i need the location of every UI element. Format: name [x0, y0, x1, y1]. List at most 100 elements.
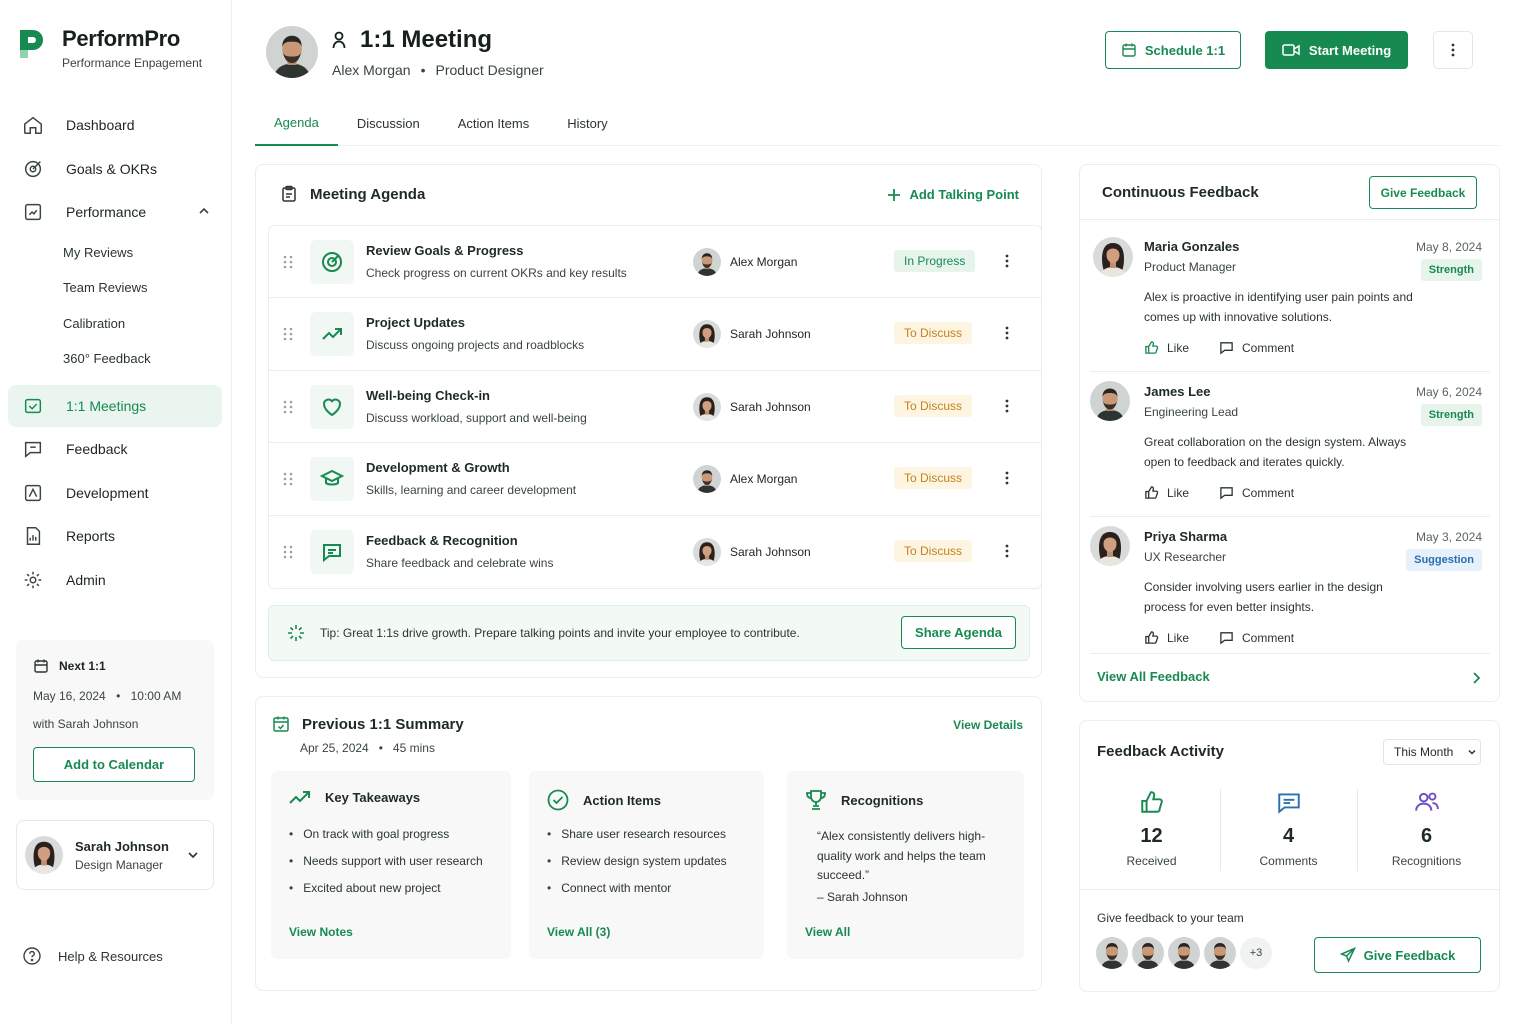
nav-feedback[interactable]: Feedback	[8, 428, 222, 470]
give-feedback-team-button[interactable]: Give Feedback	[1314, 937, 1481, 973]
feedback-author: Priya Sharma	[1144, 529, 1228, 544]
comment-button[interactable]: Comment	[1219, 340, 1294, 355]
owner-name: Alex Morgan	[730, 472, 798, 487]
sparkle-icon	[288, 625, 304, 641]
agenda-item[interactable]: Development & Growth Skills, learning an…	[269, 443, 1041, 516]
nav-goals[interactable]: Goals & OKRs	[8, 148, 222, 190]
thumbs-up-icon	[1145, 341, 1159, 354]
feedback-role: UX Researcher	[1144, 550, 1227, 564]
kebab-icon[interactable]	[1005, 471, 1009, 485]
stat-comments: 4 Comments	[1220, 789, 1357, 869]
nav-label: Goals & OKRs	[66, 160, 158, 177]
list-item: Review design system updates	[547, 854, 726, 881]
avatar[interactable]	[1204, 937, 1236, 969]
chevron-right-icon[interactable]	[1471, 672, 1481, 684]
feedback-tag: Strength	[1420, 404, 1482, 426]
comment-icon	[1220, 632, 1233, 645]
nav-performance[interactable]: Performance	[8, 191, 222, 233]
avatar[interactable]	[1132, 937, 1164, 969]
divider	[1080, 889, 1499, 890]
feedback-activity-panel: Feedback Activity This Month 12 Received…	[1079, 720, 1500, 992]
more-options-button[interactable]	[1433, 31, 1473, 69]
tab-action-items[interactable]: Action Items	[439, 100, 549, 146]
drag-handle-icon[interactable]	[283, 400, 293, 414]
period-value: This Month	[1394, 745, 1454, 759]
help-link[interactable]: Help & Resources	[22, 946, 163, 966]
add-talking-point-button[interactable]: Add Talking Point	[887, 187, 1019, 202]
plus-icon	[888, 188, 901, 201]
nav-dashboard[interactable]: Dashboard	[8, 104, 222, 146]
comment-button[interactable]: Comment	[1219, 630, 1294, 645]
view-all-feedback-link[interactable]: View All Feedback	[1097, 669, 1210, 684]
send-icon	[1339, 947, 1356, 963]
avatar	[693, 320, 721, 348]
chevron-down-icon[interactable]	[187, 849, 199, 861]
comment-button[interactable]: Comment	[1219, 485, 1294, 500]
brand-name: PerformPro	[62, 26, 181, 51]
avatar[interactable]	[1096, 937, 1128, 969]
comment-label: Comment	[1242, 485, 1295, 500]
agenda-item[interactable]: Review Goals & Progress Check progress o…	[269, 226, 1041, 299]
agenda-panel: Meeting Agenda Add Talking Point Review …	[255, 164, 1042, 678]
nav-admin[interactable]: Admin	[8, 559, 222, 601]
tab-history[interactable]: History	[548, 100, 626, 146]
user-profile-card[interactable]: Sarah Johnson Design Manager	[16, 820, 214, 890]
agenda-item[interactable]: Well-being Check-in Discuss workload, su…	[269, 371, 1041, 444]
drag-handle-icon[interactable]	[283, 327, 293, 341]
comment-icon	[1277, 793, 1300, 814]
agenda-item-owner: Sarah Johnson	[693, 538, 811, 566]
list-item: Share user research resources	[547, 827, 727, 854]
period-select[interactable]: This Month	[1383, 739, 1481, 765]
agenda-item[interactable]: Project Updates Discuss ongoing projects…	[269, 298, 1041, 371]
view-details-link[interactable]: View Details	[953, 718, 1023, 732]
tab-discussion[interactable]: Discussion	[338, 100, 439, 146]
drag-handle-icon[interactable]	[283, 545, 293, 559]
add-to-calendar-button[interactable]: Add to Calendar	[33, 747, 195, 782]
give-feedback-button[interactable]: Give Feedback	[1369, 176, 1477, 209]
brand[interactable]: PerformPro Performance Enpagement	[16, 26, 202, 70]
nav-360-feedback[interactable]: 360° Feedback	[8, 341, 222, 377]
agenda-item-desc: Check progress on current OKRs and key r…	[366, 266, 627, 280]
tip-text: Tip: Great 1:1s drive growth. Prepare ta…	[320, 626, 800, 640]
next-title-text: Next 1:1	[59, 659, 106, 673]
agenda-item[interactable]: Feedback & Recognition Share feedback an…	[269, 516, 1041, 588]
tab-agenda[interactable]: Agenda	[255, 100, 338, 146]
view-all-recognitions-link[interactable]: View All	[805, 925, 850, 939]
like-button[interactable]: Like	[1144, 485, 1189, 500]
feedback-item: Priya Sharma UX Researcher May 3, 2024 S…	[1090, 517, 1490, 662]
previous-summary-panel: Previous 1:1 Summary Apr 25, 2024 • 45 m…	[255, 696, 1042, 991]
like-button[interactable]: Like	[1144, 340, 1189, 355]
nav-meetings[interactable]: 1:1 Meetings	[8, 384, 222, 427]
kebab-icon[interactable]	[1005, 326, 1009, 340]
video-icon	[1282, 44, 1300, 56]
schedule-button[interactable]: Schedule 1:1	[1105, 31, 1241, 69]
feedback-icon	[24, 441, 42, 458]
user-role: Design Manager	[75, 857, 164, 872]
kebab-icon[interactable]	[1005, 544, 1009, 558]
like-button[interactable]: Like	[1144, 630, 1189, 645]
list-item: Excited about new project	[289, 881, 483, 908]
view-all-actions-link[interactable]: View All (3)	[547, 925, 610, 939]
nav-calibration[interactable]: Calibration	[8, 306, 222, 342]
nav-development[interactable]: Development	[8, 472, 222, 514]
drag-handle-icon[interactable]	[283, 472, 293, 486]
avatar	[25, 836, 63, 874]
nav-reports[interactable]: Reports	[8, 515, 222, 557]
nav-team-reviews[interactable]: Team Reviews	[8, 270, 222, 306]
more-members-badge[interactable]: +3	[1240, 937, 1272, 969]
kebab-icon[interactable]	[1005, 399, 1009, 413]
list-item: Connect with mentor	[547, 881, 727, 908]
avatar[interactable]	[1168, 937, 1200, 969]
view-notes-link[interactable]: View Notes	[289, 925, 353, 939]
share-agenda-button[interactable]: Share Agenda	[901, 616, 1016, 649]
nav-my-reviews[interactable]: My Reviews	[8, 235, 222, 271]
message-icon	[310, 529, 354, 574]
kebab-icon[interactable]	[1005, 254, 1009, 268]
drag-handle-icon[interactable]	[283, 255, 293, 269]
like-label: Like	[1167, 340, 1190, 355]
schedule-label: Schedule 1:1	[1144, 42, 1226, 58]
agenda-item-owner: Alex Morgan	[693, 248, 797, 276]
logo-icon	[20, 30, 43, 58]
start-meeting-button[interactable]: Start Meeting	[1265, 31, 1408, 69]
card-title: Action Items	[547, 789, 661, 811]
